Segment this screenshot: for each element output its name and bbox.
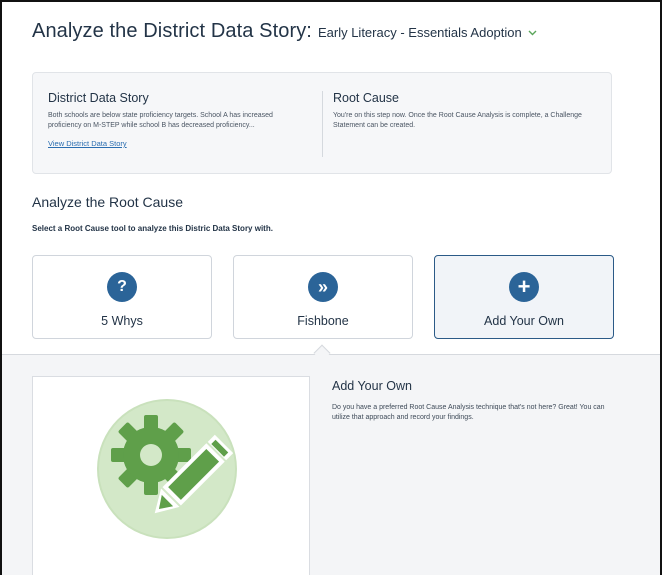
tool-label: Fishbone: [297, 314, 349, 328]
district-data-story-column: District Data Story Both schools are bel…: [48, 91, 308, 151]
chevron-down-icon[interactable]: [528, 27, 537, 39]
section-instructions: Select a Root Cause tool to analyze this…: [32, 224, 273, 233]
detail-description: Do you have a preferred Root Cause Analy…: [332, 404, 605, 421]
divider: [322, 91, 323, 157]
tool-card-add-your-own[interactable]: + Add Your Own: [434, 255, 614, 339]
plus-icon: +: [509, 272, 539, 302]
page-header: Analyze the District Data Story: Early L…: [32, 20, 537, 43]
district-data-story-text: Both schools are below state proficiency…: [48, 112, 273, 129]
illustration-card: [32, 376, 310, 575]
tool-label: Add Your Own: [484, 314, 564, 328]
question-icon: ?: [107, 272, 137, 302]
section-title: Analyze the Root Cause: [32, 194, 183, 210]
root-cause-heading: Root Cause: [333, 91, 400, 105]
story-summary-panel: District Data Story Both schools are bel…: [32, 72, 612, 174]
view-district-data-story-link[interactable]: View District Data Story: [48, 139, 127, 148]
root-cause-column: Root Cause You're on this step now. Once…: [333, 91, 603, 131]
gear-pencil-icon: [97, 399, 237, 539]
district-data-story-heading: District Data Story: [48, 91, 149, 105]
root-cause-text: You're on this step now. Once the Root C…: [333, 112, 582, 129]
page-title: Analyze the District Data Story:: [32, 20, 312, 42]
app-frame: Analyze the District Data Story: Early L…: [0, 0, 662, 575]
tool-card-5-whys[interactable]: ? 5 Whys: [32, 255, 212, 339]
detail-title: Add Your Own: [332, 379, 412, 393]
story-selector[interactable]: Early Literacy - Essentials Adoption: [318, 25, 522, 40]
tool-card-fishbone[interactable]: » Fishbone: [233, 255, 413, 339]
tool-label: 5 Whys: [101, 314, 143, 328]
double-chevron-right-icon: »: [308, 272, 338, 302]
